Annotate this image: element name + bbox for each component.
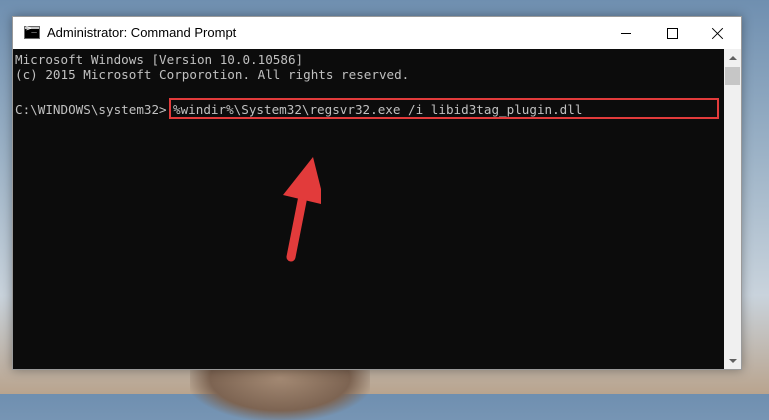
title-bar[interactable]: >_ Administrator: Command Prompt [13,17,741,49]
scroll-thumb[interactable] [725,67,740,85]
annotation-arrow-icon [283,157,321,262]
minimize-icon [621,32,631,34]
chevron-down-icon [728,358,737,363]
console-line-copyright: (c) 2015 Microsoft Corporotion. All righ… [15,67,410,82]
maximize-button[interactable] [649,17,695,49]
vertical-scrollbar[interactable] [724,49,741,369]
command-highlight-box [169,98,719,119]
command-prompt-window: >_ Administrator: Command Prompt Microso… [12,16,742,370]
console-output[interactable]: Microsoft Windows [Version 10.0.10586] (… [13,49,724,369]
minimize-button[interactable] [603,17,649,49]
scroll-down-button[interactable] [724,352,741,369]
console-prompt: C:\WINDOWS\system32> [15,102,167,117]
chevron-up-icon [728,55,737,60]
command-prompt-icon: >_ [24,24,40,39]
scroll-up-button[interactable] [724,49,741,66]
window-title: Administrator: Command Prompt [47,25,237,40]
close-button[interactable] [695,17,741,49]
console-line-version: Microsoft Windows [Version 10.0.10586] [15,52,304,67]
close-icon [712,27,724,39]
maximize-icon [666,27,678,39]
